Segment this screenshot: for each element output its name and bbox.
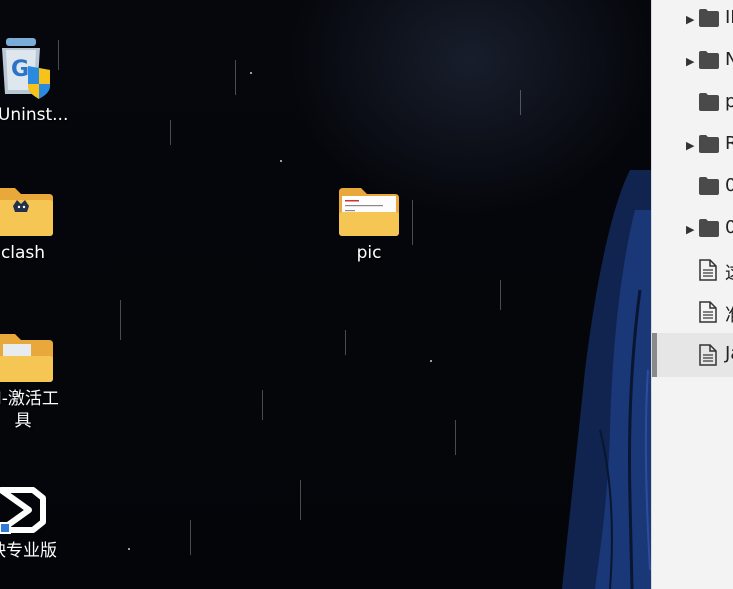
rain-streak <box>235 60 236 95</box>
expand-caret-icon[interactable]: ▶ <box>686 13 694 26</box>
folder-icon <box>339 188 399 236</box>
folder-icon <box>699 51 719 69</box>
tree-item[interactable]: ▶ 0 <box>652 210 733 248</box>
tree-item[interactable]: 0 <box>652 168 733 206</box>
expand-caret-icon[interactable]: ▶ <box>686 139 694 152</box>
desktop-icon-clash[interactable]: clash <box>0 186 73 264</box>
rain-streak <box>455 420 456 455</box>
rain-streak <box>500 280 501 310</box>
rain-streak <box>190 520 191 555</box>
rain-streak <box>262 390 263 420</box>
folder-icon <box>0 334 53 382</box>
star <box>280 160 282 162</box>
rain-streak <box>120 300 121 340</box>
tree-item[interactable]: p <box>652 84 733 122</box>
tree-item[interactable]: ▶ II <box>652 0 733 38</box>
desktop-icon-label: M-激活工 具 <box>0 389 59 431</box>
capcut-app-icon <box>0 487 46 534</box>
expand-caret-icon[interactable]: ▶ <box>686 223 694 236</box>
folder-icon <box>699 135 719 153</box>
desktop: G ekUninst... clash pic <box>0 0 651 589</box>
svg-text:G: G <box>11 57 29 82</box>
rain-streak <box>345 330 346 355</box>
tree-item-label: II <box>725 7 733 28</box>
desktop-icon-uninstaller[interactable]: G ekUninst... <box>0 32 73 126</box>
desktop-icon-label: pic <box>356 243 382 263</box>
tree-item[interactable]: ▶ R <box>652 126 733 164</box>
star <box>430 360 432 362</box>
tree-item-label: p <box>725 91 733 112</box>
star <box>250 72 252 74</box>
desktop-icon-label: 映专业版 <box>0 541 57 561</box>
tree-item-label: 0 <box>725 175 733 196</box>
tree-item[interactable]: ▶ N <box>652 42 733 80</box>
tree-item-label: 0 <box>725 217 733 238</box>
expand-caret-icon[interactable]: ▶ <box>686 55 694 68</box>
tree-item-label: Ja <box>725 343 733 364</box>
wallpaper-figure <box>562 170 651 589</box>
folder-icon <box>699 9 719 27</box>
document-icon <box>699 344 717 366</box>
desktop-icon-label: clash <box>0 243 46 263</box>
folder-icon <box>699 177 719 195</box>
tree-item[interactable]: 这 <box>652 252 733 290</box>
rain-streak <box>300 480 301 520</box>
folder-icon <box>699 93 719 111</box>
star <box>128 548 130 550</box>
tree-item-label: N <box>725 49 733 70</box>
uninstaller-app-icon: G <box>2 38 50 99</box>
file-tree-sidebar: ▶ II ▶ N p ▶ R 0 ▶ 0 这 准 Ja <box>651 0 733 589</box>
folder-icon <box>699 219 719 237</box>
tree-item-label: 准 <box>725 301 733 327</box>
tree-item-label: R <box>725 133 733 154</box>
rain-streak <box>520 90 521 115</box>
desktop-icon-capcut[interactable]: 映专业版 <box>0 484 73 562</box>
tree-item-selected[interactable]: Ja <box>652 333 733 377</box>
rain-streak <box>170 120 171 145</box>
document-icon <box>699 301 717 323</box>
desktop-icon-pic[interactable]: pic <box>319 186 419 264</box>
tree-item[interactable]: 准 <box>652 294 733 332</box>
folder-icon <box>0 188 53 236</box>
desktop-icon-activation-tool[interactable]: M-激活工 具 <box>0 332 73 432</box>
selection-indicator <box>652 333 657 377</box>
document-icon <box>699 259 717 281</box>
tree-item-label: 这 <box>725 259 733 285</box>
desktop-icon-label: ekUninst... <box>0 105 69 125</box>
